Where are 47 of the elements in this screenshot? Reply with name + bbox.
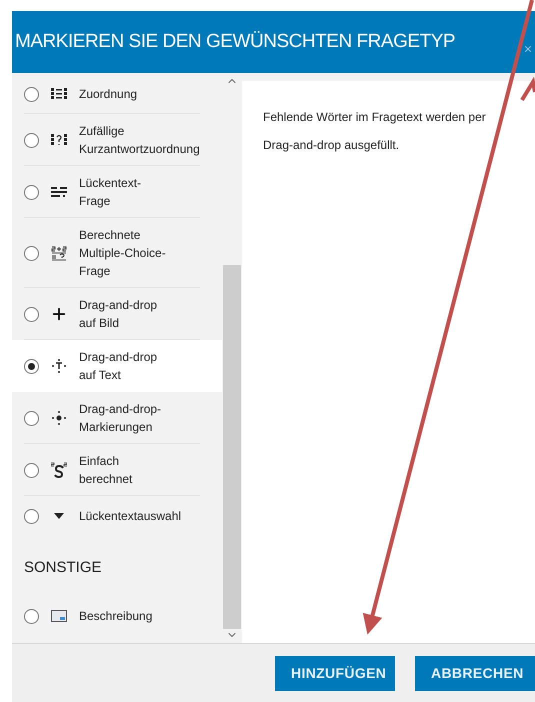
- radio-button[interactable]: [24, 306, 39, 322]
- radio-button[interactable]: [24, 410, 39, 426]
- question-type-option[interactable]: Einfach berechnet: [12, 444, 222, 496]
- section-heading: SONSTIGE: [24, 559, 102, 576]
- dialog-button[interactable]: ABBRECHEN: [415, 656, 535, 690]
- move-marker-icon: [52, 411, 66, 425]
- question-type-option[interactable]: Beschreibung: [12, 596, 222, 636]
- dropdown-caret-icon: [54, 513, 64, 519]
- option-label: Zuordnung: [79, 86, 138, 103]
- question-type-option[interactable]: Lückentextauswahl: [12, 496, 222, 536]
- formula-icon: [51, 462, 67, 478]
- description-card-icon: [51, 610, 67, 622]
- option-label: Einfach berechnet: [79, 453, 132, 488]
- radio-button[interactable]: [24, 358, 39, 374]
- radio-button[interactable]: [24, 132, 39, 148]
- option-label: Lückentextauswahl: [79, 508, 182, 525]
- option-label: Zufällige Kurzantwortzuordnung: [79, 123, 201, 158]
- description-text: Fehlende Wörter im Fragetext werden per Drag-and-drop ausgefüllt.: [263, 109, 487, 154]
- option-label: Lückentext- Frage: [79, 175, 142, 210]
- radio-button[interactable]: [24, 184, 39, 200]
- question-type-option[interactable]: Drag-and-drop auf Bild: [12, 288, 222, 340]
- question-type-option[interactable]: Zuordnung: [12, 74, 222, 114]
- question-type-option[interactable]: Lückentext- Frage: [12, 166, 222, 218]
- option-label: Beschreibung: [79, 608, 152, 625]
- dialog-title: MARKIEREN SIE DEN GEWÜNSCHTEN FRAGETYP: [15, 30, 456, 54]
- radio-button[interactable]: [24, 86, 39, 102]
- question-type-option[interactable]: Zufällige Kurzantwortzuordnung: [12, 114, 222, 166]
- question-type-option[interactable]: Drag-and-drop auf Text: [12, 340, 222, 392]
- close-icon[interactable]: [523, 44, 533, 54]
- dot-grid-icon: [51, 88, 67, 100]
- radio-button[interactable]: [24, 246, 39, 260]
- question-type-option[interactable]: Drag-and-drop- Markierungen: [12, 392, 222, 444]
- radio-button[interactable]: [24, 608, 39, 624]
- option-label: Berechnete Multiple-Choice- Frage: [79, 227, 166, 280]
- radio-button[interactable]: [24, 508, 39, 524]
- dialog-button[interactable]: HINZUFÜGEN: [275, 656, 395, 690]
- radio-button[interactable]: [24, 462, 39, 478]
- plus-icon: [50, 305, 68, 323]
- move-text-icon: [52, 359, 66, 373]
- option-label: Drag-and-drop auf Bild: [79, 297, 158, 332]
- option-label: Drag-and-drop auf Text: [79, 349, 158, 384]
- gap-text-icon: [51, 187, 67, 197]
- scrollbar-thumb[interactable]: [223, 265, 241, 629]
- option-label: Drag-and-drop- Markierungen: [79, 401, 162, 436]
- question-type-option[interactable]: Berechnete Multiple-Choice- Frage: [12, 218, 222, 288]
- calculation-icon: [51, 245, 67, 261]
- dot-grid-icon: [51, 134, 67, 146]
